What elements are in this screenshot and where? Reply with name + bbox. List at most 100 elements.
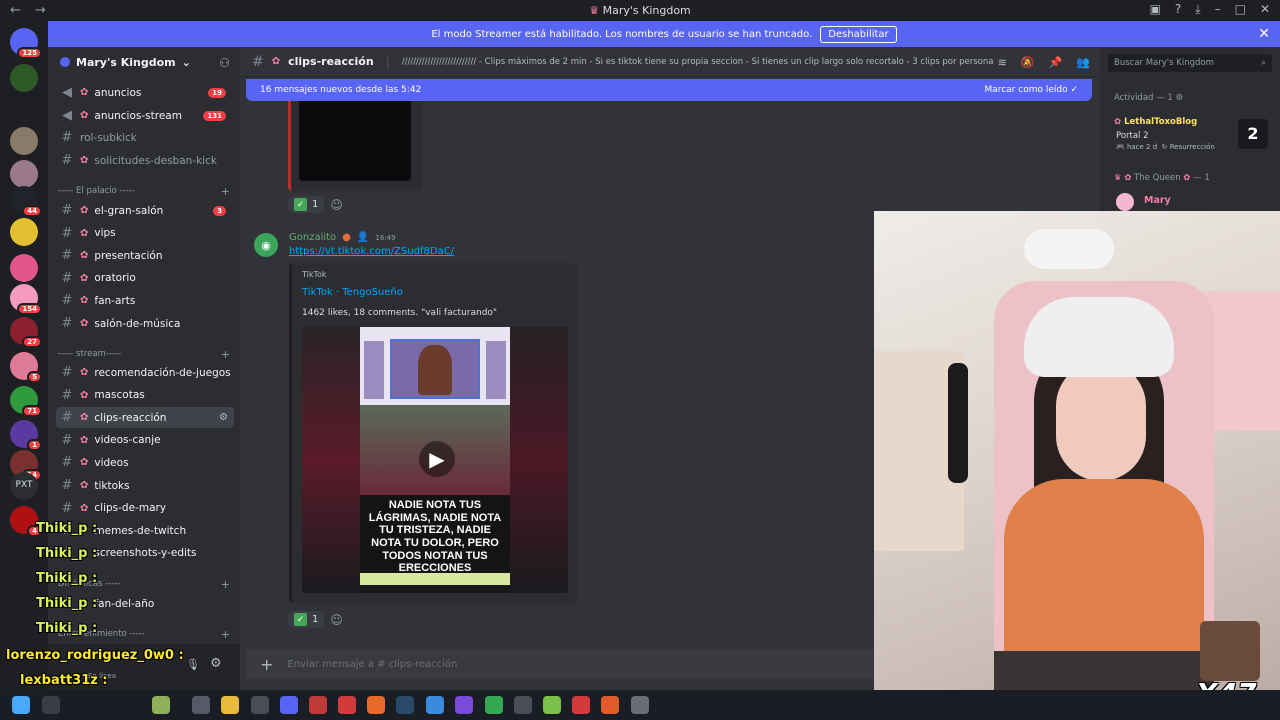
chrome-icon[interactable] — [485, 696, 503, 714]
app-icon[interactable] — [426, 696, 444, 714]
disable-streamer-mode-button[interactable]: Deshabilitar — [820, 25, 897, 43]
firefox-icon[interactable] — [367, 696, 385, 714]
guild-header[interactable]: Mary's Kingdom ⌄ ⚇ — [48, 47, 240, 77]
embed-title[interactable]: TikTok · TengoSueño — [302, 287, 403, 298]
server-icon[interactable]: 27 — [10, 317, 42, 348]
channel-item[interactable]: # ✿ videos-canje — [56, 430, 234, 451]
channel-item[interactable]: # ✿ el-gran-salón 3 — [56, 200, 234, 221]
search-input[interactable]: Buscar Mary's Kingdom ⌕ — [1108, 54, 1272, 72]
channel-item[interactable]: # ✿ presentación — [56, 245, 234, 266]
task-view-icon[interactable] — [192, 696, 210, 714]
app-icon[interactable] — [455, 696, 473, 714]
channel-item[interactable]: # ✿ clips-de-mary — [56, 498, 234, 519]
channel-item[interactable]: ◀ ✿ anuncios 19 — [56, 82, 234, 103]
server-icon[interactable] — [10, 64, 38, 92]
server-icon[interactable]: 5 — [10, 352, 42, 383]
channel-category[interactable]: Entretenimiento ----- + — [58, 628, 230, 641]
server-icon[interactable] — [10, 127, 38, 155]
inbox-icon[interactable]: ▣ — [1150, 2, 1161, 17]
channel-item[interactable]: # ✿ fan-arts — [56, 290, 234, 311]
pin-icon[interactable]: 📌 — [1049, 56, 1063, 69]
server-icon[interactable]: 1 — [10, 420, 42, 451]
channel-item[interactable]: # ✿ screenshots-y-edits — [56, 543, 234, 564]
server-icon[interactable] — [10, 254, 38, 282]
download-icon[interactable]: ⤓ — [1195, 2, 1200, 17]
close-window-button[interactable]: ✕ — [1260, 2, 1270, 17]
attach-plus-icon[interactable]: + — [260, 655, 273, 674]
member-list-icon[interactable]: 👥 — [1076, 56, 1090, 69]
help-icon[interactable]: ? — [1175, 2, 1181, 17]
channel-item[interactable]: # ✿ salón-de-música — [56, 313, 234, 334]
add-channel-icon[interactable]: + — [221, 628, 230, 641]
mark-as-read-button[interactable]: Marcar como leído ✓ — [984, 85, 1078, 95]
channel-item[interactable]: # ✿ tiktoks — [56, 475, 234, 496]
channel-category[interactable]: ----- stream----- + — [58, 348, 230, 361]
message-author[interactable]: Gonzalito — [289, 232, 336, 243]
server-icon[interactable] — [10, 218, 38, 246]
app-icon[interactable] — [338, 696, 356, 714]
app-icon[interactable] — [514, 696, 532, 714]
chrome-icon[interactable] — [251, 696, 269, 714]
notification-mute-icon[interactable]: 🔕 — [1021, 56, 1035, 69]
close-banner-icon[interactable]: ✕ — [1258, 26, 1270, 42]
channel-item[interactable]: # ✿ vips — [56, 223, 234, 244]
channel-category[interactable]: ----- El palacio ----- + — [58, 185, 230, 198]
app-icon[interactable] — [543, 696, 561, 714]
channel-settings-icon[interactable]: ⚙ — [219, 412, 228, 423]
server-icon[interactable]: 125 — [10, 28, 42, 59]
server-icon[interactable]: 154 — [10, 284, 42, 315]
forward-button[interactable]: → — [35, 3, 46, 18]
channel-item[interactable]: # ✿ mascotas — [56, 385, 234, 406]
channel-item[interactable]: # ✿ memes-de-twitch — [56, 520, 234, 541]
reaction-pill[interactable]: ✓ 1 — [288, 196, 325, 213]
new-messages-bar[interactable]: 16 mensajes nuevos desde las 5:42 Marcar… — [246, 79, 1092, 101]
server-icon[interactable]: 4 — [10, 506, 42, 537]
add-reaction-icon[interactable]: ☺ — [330, 613, 343, 627]
message-link[interactable]: https://vt.tiktok.com/ZSudf8DaC/ — [289, 246, 454, 257]
channel-item[interactable]: ◀ ✿ anuncios-stream 131 — [56, 105, 234, 126]
add-reaction-icon[interactable]: ☺ — [330, 198, 343, 212]
obs-icon[interactable] — [601, 696, 619, 714]
server-icon[interactable]: 71 — [10, 386, 42, 417]
channel-item[interactable]: # ✿ solicitudes-desban-kick — [56, 150, 234, 171]
search-icon[interactable] — [42, 696, 60, 714]
server-icon[interactable] — [10, 160, 38, 188]
message-input[interactable]: Enviar mensaje a # clips-reacción — [287, 659, 457, 670]
app-icon[interactable] — [309, 696, 327, 714]
channel-topic[interactable]: ////////////////////////// - Clips máxim… — [402, 57, 1022, 67]
maximize-button[interactable]: □ — [1235, 2, 1246, 17]
add-channel-icon[interactable]: + — [221, 185, 230, 198]
server-icon[interactable]: 44 — [10, 186, 42, 217]
microphone-icon[interactable]: 🎙 — [186, 658, 200, 671]
avatar[interactable]: ◉ — [254, 233, 278, 257]
file-explorer-icon[interactable] — [221, 696, 239, 714]
activity-user[interactable]: ✿ LethalToxoBlog — [1114, 117, 1197, 127]
play-icon[interactable]: ▶ — [419, 441, 455, 477]
back-button[interactable]: ← — [10, 3, 21, 18]
start-icon[interactable] — [12, 696, 30, 714]
add-channel-icon[interactable]: + — [221, 578, 230, 591]
avatar[interactable] — [1116, 193, 1134, 211]
reaction-pill[interactable]: ✓ 1 — [288, 611, 325, 628]
discord-icon[interactable] — [280, 696, 298, 714]
server-icon[interactable]: PXT — [10, 472, 38, 500]
threads-icon[interactable]: ≋ — [998, 56, 1007, 69]
widgets-icon[interactable] — [152, 696, 170, 714]
channel-item[interactable]: # ✿ fan-del-año — [56, 593, 234, 614]
app-icon[interactable] — [572, 696, 590, 714]
settings-icon[interactable] — [631, 696, 649, 714]
previous-embed-thumbnail[interactable] — [299, 101, 411, 181]
video-thumbnail[interactable]: NADIE NOTA TUS LÁGRIMAS, NADIE NOTA TU T… — [302, 327, 568, 593]
member-name[interactable]: Mary — [1144, 195, 1171, 206]
channel-item[interactable]: # ✿ recomendación-de-juegos — [56, 362, 234, 383]
channel-item[interactable]: # rol-subkick — [56, 127, 234, 148]
minimize-button[interactable]: – — [1215, 2, 1221, 17]
steam-icon[interactable] — [396, 696, 414, 714]
channel-item[interactable]: # ✿ clips-reacción ⚙ — [56, 407, 234, 429]
settings-gear-icon[interactable]: ⚙ — [210, 656, 222, 671]
channel-item[interactable]: # ✿ oratorio — [56, 268, 234, 289]
channel-item[interactable]: # ✿ videos — [56, 452, 234, 473]
add-channel-icon[interactable]: + — [221, 348, 230, 361]
invite-people-icon[interactable]: ⚇ — [219, 56, 230, 70]
channel-category[interactable]: Dinámicas ----- + — [58, 578, 230, 591]
